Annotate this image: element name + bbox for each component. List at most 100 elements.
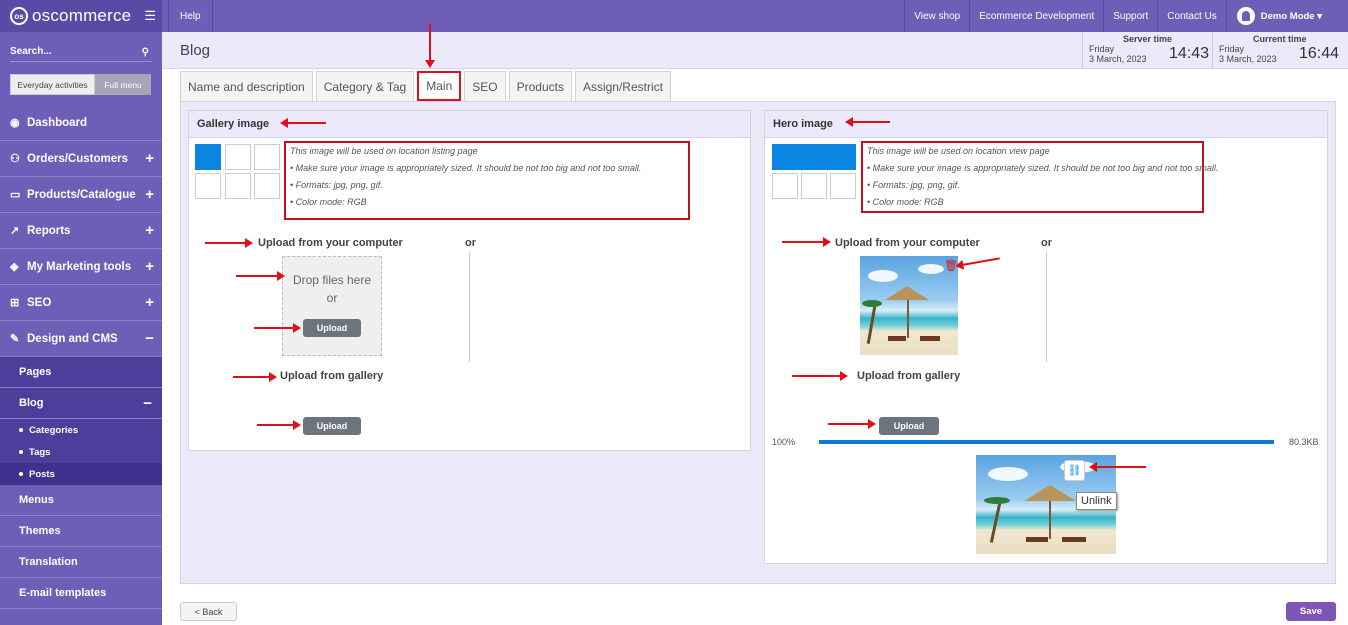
- gallery-upload-button[interactable]: Upload: [879, 417, 939, 435]
- sidebar-item-label: Themes: [19, 525, 61, 537]
- sidebar-item-tags[interactable]: Tags: [0, 441, 162, 463]
- sidebar-item-reports[interactable]: ↗ Reports +: [0, 213, 162, 249]
- gallery-upload-button[interactable]: Upload: [303, 417, 361, 435]
- current-date: Friday 3 March, 2023: [1219, 44, 1277, 64]
- sidebar-item-seo[interactable]: ⊞ SEO +: [0, 285, 162, 321]
- annotation-arrow: [233, 372, 277, 382]
- expand-icon[interactable]: +: [145, 222, 154, 239]
- sidebar-search[interactable]: Search... ⚲: [10, 40, 152, 62]
- tab-main[interactable]: Main: [417, 71, 462, 101]
- tab-seo[interactable]: SEO: [464, 71, 506, 101]
- umbrella: [885, 286, 929, 300]
- logo[interactable]: os oscommerce ☰: [0, 0, 162, 32]
- save-button[interactable]: Save: [1286, 602, 1336, 621]
- server-day: Friday: [1089, 44, 1115, 54]
- user-menu[interactable]: Demo Mode ▾: [1225, 0, 1348, 32]
- image-slot[interactable]: [254, 173, 280, 199]
- image-slot[interactable]: [195, 173, 221, 199]
- sidebar-item-dashboard[interactable]: ◉ Dashboard: [0, 105, 162, 141]
- tab-category-tag[interactable]: Category & Tag: [315, 71, 415, 101]
- back-button[interactable]: < Back: [180, 602, 237, 621]
- annotation-arrow: [828, 419, 876, 429]
- sidebar-item-pages[interactable]: Pages: [0, 357, 162, 388]
- bullet-icon: [19, 472, 23, 476]
- divider: [469, 252, 470, 362]
- annotation-arrow: [236, 271, 285, 281]
- sidebar-item-products[interactable]: ▭ Products/Catalogue +: [0, 177, 162, 213]
- upload-button[interactable]: Upload: [303, 319, 361, 337]
- sidebar-item-design-cms[interactable]: ✎ Design and CMS −: [0, 321, 162, 357]
- full-menu-button[interactable]: Full menu: [95, 74, 151, 95]
- expand-icon[interactable]: +: [145, 186, 154, 203]
- sidebar-item-label: Tags: [29, 446, 51, 458]
- sidebar-item-label: Blog: [19, 397, 44, 409]
- ecommerce-development-link[interactable]: Ecommerce Development: [969, 0, 1103, 32]
- page-header: Blog Server time Friday 3 March, 2023 14:…: [162, 32, 1348, 69]
- current-date-text: 3 March, 2023: [1219, 54, 1277, 64]
- expand-icon[interactable]: +: [145, 150, 154, 167]
- everyday-activities-button[interactable]: Everyday activities: [10, 74, 95, 95]
- collapse-icon[interactable]: −: [143, 395, 152, 412]
- or-label: or: [465, 237, 476, 249]
- palm-trunk: [989, 503, 1002, 543]
- sidebar-item-posts[interactable]: Posts: [0, 463, 162, 485]
- image-slot[interactable]: [801, 173, 827, 199]
- page-title: Blog: [180, 42, 211, 59]
- sidebar-item-label: Reports: [27, 224, 71, 237]
- annotation-arrow: [205, 238, 253, 248]
- bullet-icon: [19, 428, 23, 432]
- image-slot[interactable]: [225, 173, 251, 199]
- image-slot[interactable]: [225, 144, 251, 170]
- help-link[interactable]: Help: [168, 0, 213, 32]
- tab-assign-restrict[interactable]: Assign/Restrict: [574, 71, 671, 101]
- sidebar-item-marketing[interactable]: ◈ My Marketing tools +: [0, 249, 162, 285]
- palm-leaf: [862, 300, 882, 307]
- image-slot[interactable]: [195, 144, 221, 170]
- sidebar-item-orders[interactable]: ⚇ Orders/Customers +: [0, 141, 162, 177]
- upload-from-gallery-label: Upload from gallery: [280, 370, 384, 382]
- expand-icon[interactable]: +: [145, 258, 154, 275]
- logo-text: oscommerce: [32, 6, 132, 25]
- cloud: [988, 467, 1028, 481]
- tab-name-description[interactable]: Name and description: [180, 71, 313, 101]
- dashboard-icon: ◉: [10, 117, 20, 129]
- sidebar-item-email-templates[interactable]: E-mail templates: [0, 578, 162, 609]
- sidebar-item-menus[interactable]: Menus: [0, 485, 162, 516]
- search-icon[interactable]: ⚲: [142, 47, 149, 58]
- sidebar-item-label: My Marketing tools: [27, 260, 132, 273]
- image-slot[interactable]: [254, 144, 280, 170]
- trash-icon[interactable]: 🗑: [944, 261, 958, 272]
- annotation-arrow: [280, 118, 326, 128]
- cloud: [918, 264, 944, 274]
- image-slot[interactable]: [772, 173, 798, 199]
- server-time-label: Server time: [1123, 34, 1173, 44]
- sidebar-item-themes[interactable]: Themes: [0, 516, 162, 547]
- sidebar-item-categories[interactable]: Categories: [0, 419, 162, 441]
- folder-icon: ▭: [10, 189, 21, 201]
- gallery-info-box: This image will be used on location list…: [284, 141, 690, 220]
- server-date: Friday 3 March, 2023: [1089, 44, 1147, 64]
- support-link[interactable]: Support: [1103, 0, 1157, 32]
- expand-icon[interactable]: +: [145, 294, 154, 311]
- drop-or-text: or: [326, 291, 338, 305]
- server-time-value: 14:43: [1169, 45, 1210, 62]
- sidebar: os oscommerce ☰ Search... ⚲ Everyday act…: [0, 0, 162, 625]
- contact-us-link[interactable]: Contact Us: [1157, 0, 1225, 32]
- beach-chair: [920, 336, 940, 341]
- cloud: [868, 270, 898, 282]
- drop-zone[interactable]: Drop files here or: [282, 256, 382, 356]
- image-slot[interactable]: [772, 144, 856, 170]
- sidebar-item-blog[interactable]: Blog −: [0, 388, 162, 419]
- tab-products[interactable]: Products: [508, 71, 572, 101]
- collapse-icon[interactable]: −: [145, 330, 154, 347]
- info-line: • Color mode: RGB: [867, 197, 944, 207]
- sidebar-item-label: E-mail templates: [19, 587, 107, 599]
- hamburger-menu-icon[interactable]: ☰: [144, 8, 156, 24]
- unlink-icon[interactable]: ⛓: [1064, 460, 1085, 481]
- server-date-text: 3 March, 2023: [1089, 54, 1147, 64]
- beach-chair: [888, 336, 906, 341]
- image-slot[interactable]: [830, 173, 856, 199]
- view-shop-link[interactable]: View shop: [904, 0, 969, 32]
- sidebar-item-translation[interactable]: Translation: [0, 547, 162, 578]
- annotation-arrow: [845, 117, 890, 127]
